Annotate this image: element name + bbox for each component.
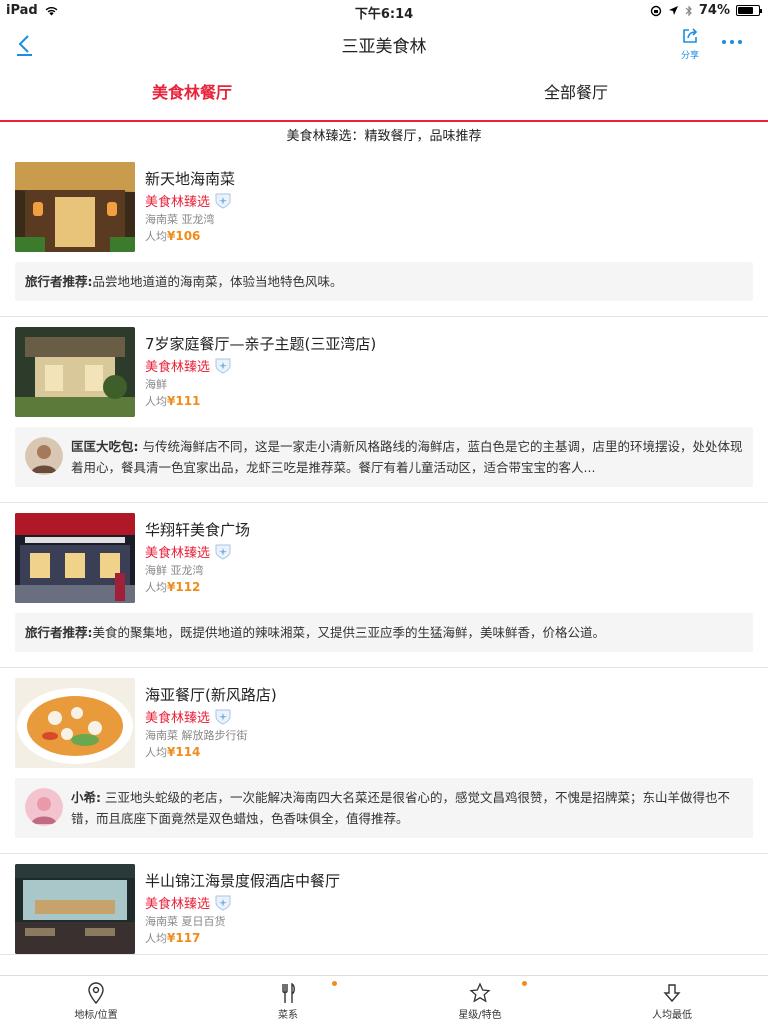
review-author: 小希: <box>71 790 101 805</box>
price-value: ¥106 <box>167 229 201 243</box>
restaurant-card[interactable]: 7岁家庭餐厅—亲子主题(三亚湾店) 美食林臻选 海鲜 人均¥111 匡匡大吃包:… <box>0 317 768 503</box>
share-label: 分享 <box>680 51 699 61</box>
review-box: 匡匡大吃包: 与传统海鲜店不同，这是一家走小清新风格路线的海鲜店，蓝白色是它的主… <box>15 427 753 487</box>
price-prefix: 人均 <box>145 932 167 945</box>
review-text: 品尝地地道道的海南菜，体验当地特色风味。 <box>92 274 343 289</box>
price-value: ¥112 <box>167 580 201 594</box>
filter-location[interactable]: 地标/位置 <box>0 976 192 1024</box>
restaurant-name[interactable]: 新天地海南菜 <box>145 168 235 190</box>
battery-icon <box>736 5 762 16</box>
page-title: 三亚美食林 <box>341 37 427 57</box>
restaurant-photo <box>15 162 135 252</box>
tag-label: 美食林臻选 <box>145 896 211 912</box>
filter-rating[interactable]: 星级/特色 <box>384 976 576 1024</box>
restaurant-category: 海南菜 亚龙湾 <box>145 213 215 226</box>
shield-badge-icon <box>215 544 231 560</box>
star-icon <box>469 982 491 1003</box>
price-prefix: 人均 <box>145 746 167 759</box>
review-author: 旅行者推荐: <box>25 625 93 640</box>
review-box: 小希: 三亚地头蛇级的老店，一次能解决海南四大名菜还是很省心的，感觉文昌鸡很赞，… <box>15 778 753 838</box>
selection-tag: 美食林臻选 <box>145 892 340 912</box>
tab-meishilin[interactable]: 美食林餐厅 <box>0 66 384 121</box>
shield-badge-icon <box>215 895 231 911</box>
shield-badge-icon <box>215 193 231 209</box>
restaurant-photo <box>15 327 135 417</box>
selection-tag: 美食林臻选 <box>145 190 235 210</box>
review-text: 美食的聚集地，既提供地道的辣味湘菜，又提供三亚应季的生猛海鲜，美味鲜香，价格公道… <box>92 625 606 640</box>
shield-badge-icon <box>215 358 231 374</box>
price-prefix: 人均 <box>145 395 167 408</box>
price-value: ¥117 <box>167 931 201 945</box>
restaurant-name[interactable]: 半山锦江海景度假酒店中餐厅 <box>145 870 340 892</box>
price-prefix: 人均 <box>145 230 167 243</box>
restaurant-photo <box>15 513 135 603</box>
restaurant-list[interactable]: 新天地海南菜 美食林臻选 海南菜 亚龙湾 人均¥106 旅行者推荐:品尝地地道道… <box>0 152 768 975</box>
selection-banner: 美食林臻选：精致餐厅，品味推荐 <box>0 122 768 152</box>
review-box: 旅行者推荐:美食的聚集地，既提供地道的辣味湘菜，又提供三亚应季的生猛海鲜，美味鲜… <box>15 613 753 652</box>
selection-tag: 美食林臻选 <box>145 706 277 726</box>
review-text: 三亚地头蛇级的老店，一次能解决海南四大名菜还是很省心的，感觉文昌鸡很赞，不愧是招… <box>71 790 730 826</box>
restaurant-photo <box>15 864 135 954</box>
restaurant-category: 海南菜 夏日百货 <box>145 915 226 928</box>
sort-price-lowest[interactable]: 人均最低 <box>576 976 768 1024</box>
battery-percent: 74% <box>698 3 730 18</box>
restaurant-card[interactable]: 华翔轩美食广场 美食林臻选 海鲜 亚龙湾 人均¥112 旅行者推荐:美食的聚集地… <box>0 503 768 668</box>
restaurant-price: 人均¥111 <box>145 393 376 411</box>
tag-label: 美食林臻选 <box>145 194 211 210</box>
restaurant-price: 人均¥117 <box>145 930 340 948</box>
filter-label: 人均最低 <box>652 1010 692 1021</box>
restaurant-category: 海鲜 <box>145 378 167 391</box>
tag-label: 美食林臻选 <box>145 545 211 561</box>
tab-all-restaurants[interactable]: 全部餐厅 <box>384 66 768 121</box>
filter-label: 菜系 <box>278 1010 298 1021</box>
more-icon[interactable] <box>718 32 746 52</box>
review-box: 旅行者推荐:品尝地地道道的海南菜，体验当地特色风味。 <box>15 262 753 301</box>
price-value: ¥111 <box>167 394 201 408</box>
bluetooth-icon <box>685 5 692 16</box>
reviewer-avatar <box>25 437 63 475</box>
fork-knife-icon <box>282 982 295 1003</box>
selection-tag: 美食林臻选 <box>145 355 376 375</box>
tab-bar: 美食林餐厅 全部餐厅 <box>0 66 768 122</box>
selection-tag: 美食林臻选 <box>145 541 250 561</box>
indicator-dot <box>332 981 337 986</box>
restaurant-category: 海鲜 亚龙湾 <box>145 564 204 577</box>
restaurant-card[interactable]: 半山锦江海景度假酒店中餐厅 美食林臻选 海南菜 夏日百货 人均¥117 <box>0 854 768 955</box>
tag-label: 美食林臻选 <box>145 359 211 375</box>
restaurant-card[interactable]: 海亚餐厅(新风路店) 美食林臻选 海南菜 解放路步行街 人均¥114 小希: 三… <box>0 668 768 854</box>
indicator-dot <box>522 981 527 986</box>
filter-label: 星级/特色 <box>458 1010 502 1021</box>
status-bar: iPad 下午6:14 74% <box>0 0 768 22</box>
review-author: 旅行者推荐: <box>25 274 93 289</box>
reviewer-avatar <box>25 788 63 826</box>
restaurant-price: 人均¥114 <box>145 744 277 762</box>
location-arrow-icon <box>668 6 678 15</box>
rotation-lock-icon <box>650 5 662 16</box>
restaurant-price: 人均¥106 <box>145 228 235 246</box>
price-value: ¥114 <box>167 745 201 759</box>
arrow-down-icon <box>663 984 681 1003</box>
review-text: 与传统海鲜店不同，这是一家走小清新风格路线的海鲜店，蓝白色是它的主基调，店里的环… <box>71 439 743 475</box>
navigation-bar: 三亚美食林 分享 <box>0 20 768 66</box>
filter-cuisine[interactable]: 菜系 <box>192 976 384 1024</box>
share-button[interactable]: 分享 <box>674 26 706 64</box>
shield-badge-icon <box>215 709 231 725</box>
restaurant-price: 人均¥112 <box>145 579 250 597</box>
location-pin-icon <box>88 982 104 1004</box>
restaurant-name[interactable]: 海亚餐厅(新风路店) <box>145 684 277 706</box>
filter-label: 地标/位置 <box>74 1010 118 1021</box>
restaurant-card[interactable]: 新天地海南菜 美食林臻选 海南菜 亚龙湾 人均¥106 旅行者推荐:品尝地地道道… <box>0 152 768 317</box>
restaurant-photo <box>15 678 135 768</box>
restaurant-name[interactable]: 7岁家庭餐厅—亲子主题(三亚湾店) <box>145 333 376 355</box>
restaurant-category: 海南菜 解放路步行街 <box>145 729 248 742</box>
bottom-filter-bar: 地标/位置 菜系 星级/特色 人均最低 <box>0 975 768 1024</box>
share-icon <box>683 28 698 43</box>
restaurant-name[interactable]: 华翔轩美食广场 <box>145 519 250 541</box>
tag-label: 美食林臻选 <box>145 710 211 726</box>
review-author: 匡匡大吃包: <box>71 439 139 454</box>
price-prefix: 人均 <box>145 581 167 594</box>
